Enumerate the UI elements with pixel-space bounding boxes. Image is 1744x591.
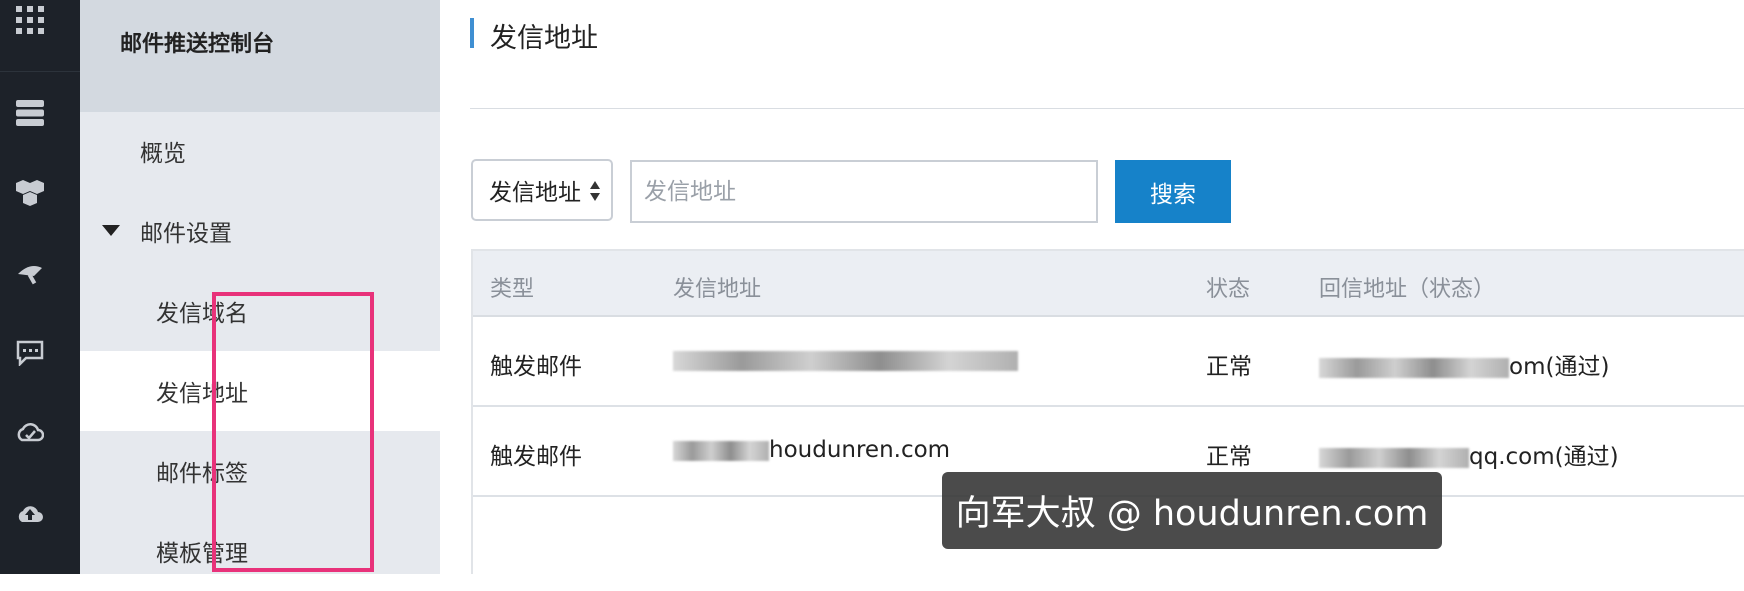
- caret-down-icon: [102, 225, 120, 236]
- title-accent-bar: [470, 18, 474, 48]
- cell-address: houdunren.com: [673, 437, 950, 463]
- cell-reply-address: qq.com(通过): [1319, 437, 1619, 471]
- divider: [470, 108, 1744, 109]
- sidebar-item-label: 发信地址: [156, 381, 248, 407]
- page-title: 发信地址: [490, 23, 598, 54]
- column-header-type: 类型: [490, 277, 535, 302]
- sort-arrows-icon: [590, 181, 600, 201]
- sidebar: 邮件推送控制台 概览 邮件设置 发信域名 发信地址 邮件标签 模板管理: [80, 0, 440, 574]
- rail-top: [0, 0, 80, 72]
- redacted-text: [1319, 357, 1509, 378]
- search-input[interactable]: [630, 160, 1098, 223]
- sidebar-header: 邮件推送控制台: [80, 0, 440, 112]
- satellite-icon[interactable]: [14, 257, 46, 289]
- message-icon[interactable]: [14, 337, 46, 369]
- watermark: 向军大叔 @ houdunren.com: [942, 472, 1442, 549]
- cell-address: [673, 347, 1018, 373]
- search-type-select[interactable]: 发信地址: [471, 159, 613, 221]
- cell-status: 正常: [1206, 444, 1252, 470]
- table-header: 类型 发信地址 状态 回信地址（状态）: [473, 249, 1744, 317]
- column-header-address: 发信地址: [673, 277, 762, 302]
- sidebar-item-overview[interactable]: 概览: [80, 111, 440, 191]
- cubes-icon[interactable]: [14, 177, 46, 209]
- column-header-status: 状态: [1206, 277, 1251, 302]
- sidebar-item-label: 邮件设置: [140, 221, 232, 247]
- cell-status: 正常: [1206, 354, 1252, 380]
- cell-reply-address: om(通过): [1319, 347, 1609, 381]
- sidebar-item-label: 发信域名: [156, 301, 248, 327]
- cloud-upload-icon[interactable]: [14, 497, 46, 529]
- column-header-reply-address: 回信地址（状态）: [1319, 277, 1496, 302]
- sidebar-item-sender-addresses[interactable]: 发信地址: [80, 351, 440, 431]
- sidebar-item-templates[interactable]: 模板管理: [80, 511, 440, 591]
- server-icon[interactable]: [14, 97, 46, 129]
- sidebar-title: 邮件推送控制台: [120, 32, 275, 57]
- icon-rail: [0, 0, 80, 574]
- sidebar-item-label: 邮件标签: [156, 461, 248, 487]
- redacted-text: [673, 350, 1018, 371]
- sidebar-item-mail-settings[interactable]: 邮件设置: [80, 191, 440, 271]
- cell-type: 触发邮件: [490, 444, 582, 470]
- search-type-value: 发信地址: [489, 180, 581, 206]
- cloud-check-icon[interactable]: [14, 417, 46, 449]
- sidebar-item-label: 概览: [140, 141, 186, 167]
- sidebar-item-mail-tags[interactable]: 邮件标签: [80, 431, 440, 511]
- sidebar-item-label: 模板管理: [156, 541, 248, 567]
- redacted-text: [1319, 447, 1469, 468]
- search-button[interactable]: 搜索: [1115, 160, 1231, 223]
- redacted-text: [673, 440, 769, 461]
- cell-type: 触发邮件: [490, 354, 582, 380]
- apps-grid-icon[interactable]: [14, 4, 46, 36]
- sidebar-item-sender-domains[interactable]: 发信域名: [80, 271, 440, 351]
- table-row[interactable]: 触发邮件 正常 om(通过): [473, 317, 1744, 407]
